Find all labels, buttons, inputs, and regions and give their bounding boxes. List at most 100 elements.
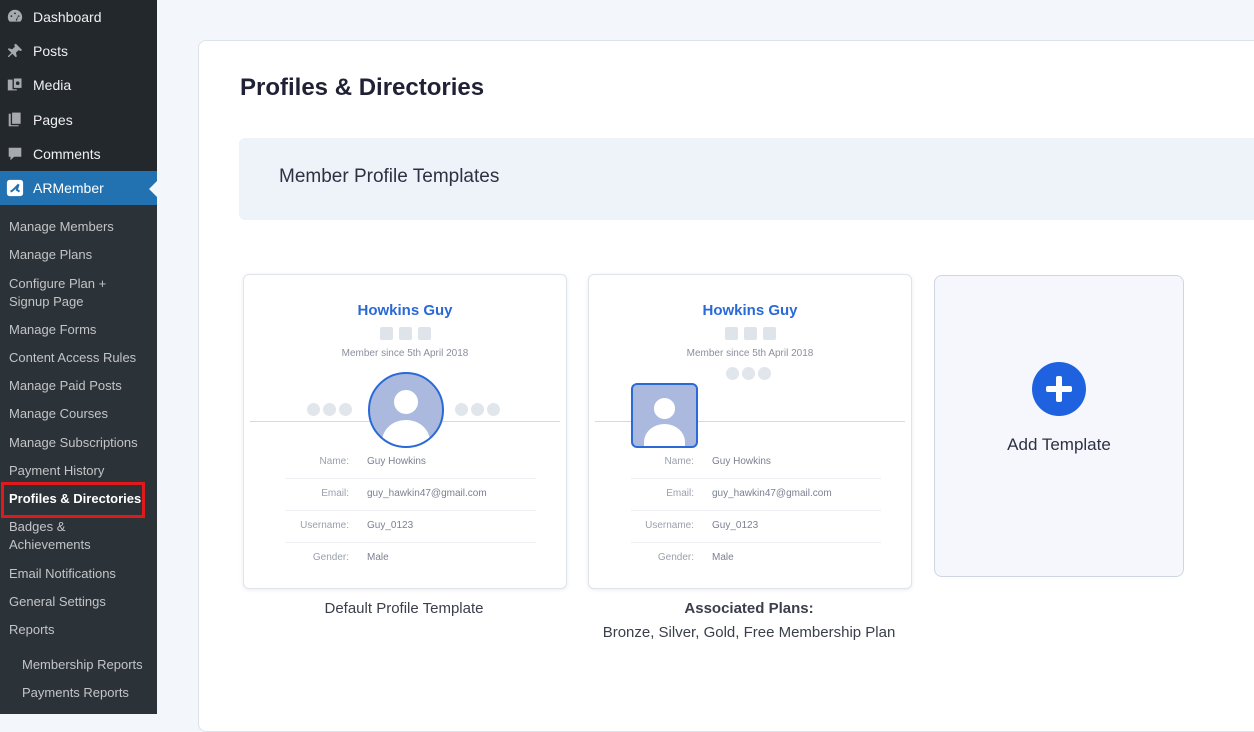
field-row: Name: Guy Howkins [631, 446, 881, 479]
avatar-body [382, 420, 430, 446]
field-row: Gender: Male [631, 542, 881, 574]
field-value: guy_hawkin47@gmail.com [712, 488, 832, 499]
menu-label: Posts [33, 43, 69, 59]
field-row: Email: guy_hawkin47@gmail.com [286, 478, 536, 511]
submenu-configure-plan-signup[interactable]: Configure Plan + Signup Page [9, 275, 149, 311]
field-label: Name: [664, 456, 694, 467]
field-value: Guy Howkins [367, 456, 426, 467]
field-label: Username: [300, 520, 349, 531]
field-label: Gender: [312, 552, 349, 563]
submenu-content-access-rules[interactable]: Content Access Rules [9, 349, 149, 367]
submenu-email-notifications[interactable]: Email Notifications [9, 565, 149, 583]
field-value: Male [367, 552, 389, 563]
submenu-membership-reports[interactable]: Membership Reports [22, 656, 162, 674]
submenu-profiles-directories[interactable]: Profiles & Directories [9, 490, 149, 508]
facebook-icon [455, 403, 468, 416]
profile-name: Howkins Guy [702, 302, 798, 319]
avatar-head [653, 398, 676, 420]
page-title: Profiles & Directories [240, 74, 485, 101]
media-icon [7, 77, 23, 91]
field-row: Email: guy_hawkin47@gmail.com [631, 478, 881, 511]
submenu-manage-members[interactable]: Manage Members [9, 218, 149, 236]
submenu-payments-reports[interactable]: Payments Reports [22, 684, 162, 702]
associated-plans-title: Associated Plans: [684, 600, 814, 617]
field-value: Male [712, 552, 734, 563]
menu-media[interactable]: Media [0, 68, 157, 102]
badge-icon [417, 327, 431, 340]
badge-icon [743, 327, 757, 340]
submenu-manage-forms[interactable]: Manage Forms [9, 321, 149, 339]
twitter-icon [323, 403, 336, 416]
menu-comments[interactable]: Comments [0, 137, 157, 171]
submenu-reports[interactable]: Reports [9, 621, 149, 639]
plus-icon[interactable] [1032, 362, 1086, 416]
social-icons [726, 367, 771, 380]
field-row: Gender: Male [286, 542, 536, 574]
submenu-general-settings[interactable]: General Settings [9, 593, 149, 611]
field-label: Email: [666, 488, 694, 499]
comment-icon [8, 147, 22, 161]
menu-armember[interactable]: ARMember [0, 171, 157, 205]
template-caption: Default Profile Template [324, 600, 484, 617]
field-value: guy_hawkin47@gmail.com [367, 488, 487, 499]
add-template-card[interactable]: Add Template [934, 275, 1184, 577]
pushpin-icon [7, 43, 23, 58]
field-row: Username: Guy_0123 [631, 510, 881, 543]
submenu-payment-history[interactable]: Payment History [9, 462, 149, 480]
submenu-manage-plans[interactable]: Manage Plans [9, 246, 149, 264]
avatar [631, 383, 698, 448]
menu-label: Pages [33, 112, 73, 128]
field-label: Gender: [657, 552, 694, 563]
badge-icon [724, 327, 738, 340]
badge-icon [379, 327, 393, 340]
field-value: Guy_0123 [367, 520, 414, 531]
linkedin-icon [487, 403, 500, 416]
armember-icon [6, 179, 24, 197]
field-value: Guy_0123 [712, 520, 759, 531]
field-row: Username: Guy_0123 [286, 510, 536, 543]
profile-name: Howkins Guy [357, 302, 453, 319]
avatar-head [393, 389, 419, 415]
linkedin-icon [758, 367, 771, 380]
badge-icon [762, 327, 776, 340]
badge-row [244, 327, 566, 345]
admin-sidebar: Dashboard Posts Media Pages Comments ARM… [0, 0, 157, 714]
avatar [368, 372, 444, 448]
field-value: Guy Howkins [712, 456, 771, 467]
submenu-manage-paid-posts[interactable]: Manage Paid Posts [9, 377, 149, 395]
section-title: Member Profile Templates [279, 166, 500, 187]
field-label: Username: [645, 520, 694, 531]
social-icons-left [307, 403, 352, 416]
submenu-badges-achievements[interactable]: Badges & Achievements [9, 518, 149, 554]
menu-posts[interactable]: Posts [0, 34, 157, 68]
linkedin-icon [339, 403, 352, 416]
dashboard-icon [7, 9, 23, 22]
twitter-icon [742, 367, 755, 380]
badge-row [589, 327, 911, 345]
menu-label: Comments [33, 146, 101, 162]
submenu-manage-courses[interactable]: Manage Courses [9, 405, 149, 423]
member-since: Member since 5th April 2018 [686, 348, 814, 359]
social-icons-right [455, 403, 500, 416]
menu-label: Dashboard [33, 9, 102, 25]
facebook-icon [726, 367, 739, 380]
associated-plans-caption: Associated Plans: Bronze, Silver, Gold, … [600, 597, 898, 645]
field-label: Email: [321, 488, 349, 499]
pages-icon [8, 111, 22, 127]
menu-dashboard[interactable]: Dashboard [0, 0, 157, 34]
menu-label: Media [33, 77, 72, 93]
badge-icon [398, 327, 412, 340]
field-row: Name: Guy Howkins [286, 446, 536, 479]
template-card-default[interactable]: Howkins Guy Member since 5th April 2018 … [243, 274, 567, 589]
associated-plans-list: Bronze, Silver, Gold, Free Membership Pl… [602, 624, 896, 641]
field-label: Name: [319, 456, 349, 467]
add-template-label: Add Template [1007, 435, 1111, 454]
submenu-manage-subscriptions[interactable]: Manage Subscriptions [9, 434, 149, 452]
facebook-icon [307, 403, 320, 416]
twitter-icon [471, 403, 484, 416]
menu-label: ARMember [33, 180, 104, 196]
template-card-plans[interactable]: Howkins Guy Member since 5th April 2018 … [588, 274, 912, 589]
menu-pages[interactable]: Pages [0, 103, 157, 137]
avatar-body [643, 424, 686, 446]
member-since: Member since 5th April 2018 [341, 348, 469, 359]
